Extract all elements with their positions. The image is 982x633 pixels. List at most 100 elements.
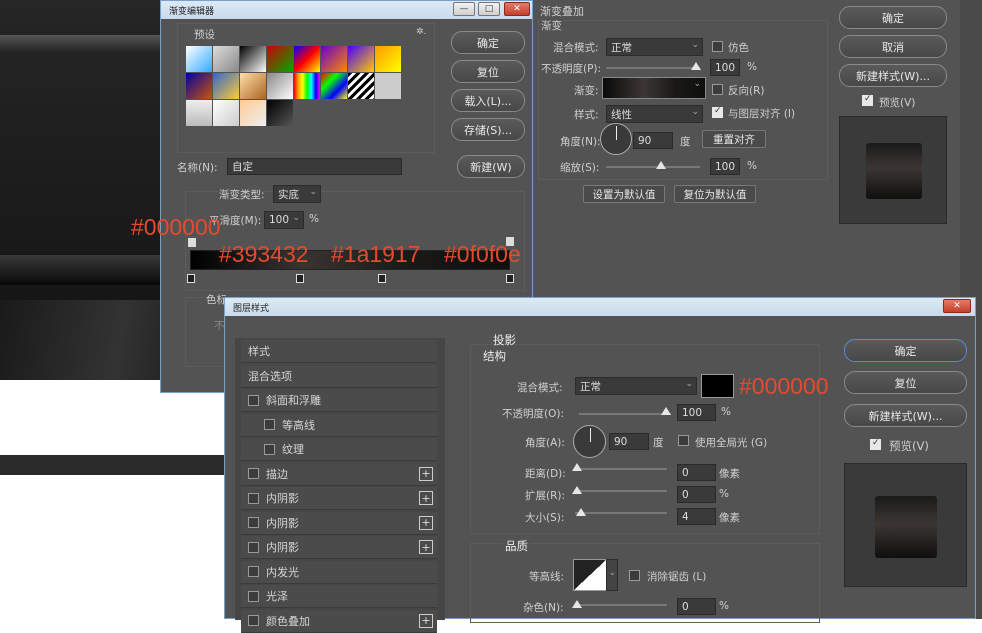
style-list-item[interactable]: 内发光 (241, 560, 437, 584)
style-select[interactable]: 线性 ⌄ (606, 105, 703, 123)
opacity-slider[interactable] (606, 67, 700, 69)
preset-swatch[interactable] (267, 46, 293, 72)
style-list-item[interactable]: 内阴影 + (241, 487, 437, 510)
distance-slider-thumb[interactable] (572, 463, 582, 471)
preset-swatch[interactable] (213, 100, 239, 126)
preset-swatch[interactable] (267, 73, 293, 99)
gradient-picker-dropdown[interactable]: ⌄ (686, 78, 704, 96)
preset-swatch[interactable] (213, 73, 239, 99)
preset-swatch[interactable] (321, 46, 347, 72)
opacity-slider[interactable] (579, 413, 671, 415)
add-effect-button[interactable]: + (419, 613, 433, 628)
style-checkbox[interactable] (264, 443, 275, 455)
preset-swatch[interactable] (213, 46, 239, 72)
style-checkbox[interactable] (248, 590, 259, 602)
preset-swatch[interactable] (348, 46, 374, 72)
blend-mode-select[interactable]: 正常 ⌄ (575, 377, 697, 395)
preview-checkbox[interactable] (870, 438, 881, 450)
close-button[interactable]: ✕ (504, 2, 530, 16)
style-checkbox[interactable] (248, 468, 259, 479)
reset-button[interactable]: 复位 (451, 60, 525, 83)
color-stop[interactable] (378, 274, 386, 283)
antialias-checkbox[interactable] (629, 570, 640, 581)
close-button[interactable]: ✕ (943, 299, 971, 313)
preset-swatch[interactable] (186, 100, 212, 126)
opacity-slider-thumb[interactable] (691, 62, 701, 70)
opacity-slider-thumb[interactable] (661, 407, 671, 415)
style-list-item[interactable]: 颜色叠加 + (241, 609, 437, 633)
new-button[interactable]: 新建(W) (457, 155, 525, 178)
angle-dial[interactable] (573, 425, 606, 458)
style-list-item[interactable]: 内阴影 + (241, 536, 437, 559)
style-checkbox[interactable] (248, 517, 259, 528)
preset-swatch[interactable] (240, 100, 266, 126)
distance-input[interactable]: 0 (677, 464, 716, 481)
add-effect-button[interactable]: + (419, 491, 433, 505)
noise-slider[interactable] (575, 604, 667, 606)
scale-input[interactable]: 100 (710, 158, 740, 175)
angle-dial[interactable] (600, 123, 632, 155)
gradient-type-select[interactable]: 实底 ⌄ (273, 185, 321, 203)
style-checkbox[interactable] (248, 492, 259, 504)
preset-swatch[interactable] (267, 100, 293, 126)
color-stop[interactable] (187, 274, 195, 283)
size-slider-thumb[interactable] (576, 508, 586, 516)
opacity-input[interactable]: 100 (710, 59, 740, 76)
preset-swatch[interactable] (186, 73, 212, 99)
preset-swatch[interactable] (375, 73, 401, 99)
contour-dropdown[interactable]: ⌄ (606, 559, 618, 591)
preset-swatch[interactable] (294, 73, 320, 99)
angle-input[interactable]: 90 (633, 132, 673, 149)
spread-slider-thumb[interactable] (572, 486, 582, 494)
smoothness-select[interactable]: 100 ⌄ (264, 211, 304, 229)
size-slider[interactable] (575, 512, 667, 514)
minimize-button[interactable]: — (453, 2, 475, 16)
style-list-item[interactable]: 光泽 (241, 585, 437, 608)
cancel-button[interactable]: 取消 (839, 35, 947, 58)
contour-picker[interactable] (573, 559, 607, 591)
noise-slider-thumb[interactable] (572, 600, 582, 608)
align-layer-checkbox[interactable] (712, 106, 723, 118)
ok-button[interactable]: 确定 (839, 6, 947, 29)
reset-button[interactable]: 复位 (844, 371, 967, 394)
style-list-item[interactable]: 斜面和浮雕 (241, 389, 437, 412)
noise-input[interactable]: 0 (677, 598, 716, 615)
reverse-checkbox[interactable] (712, 84, 723, 95)
color-stop[interactable] (296, 274, 304, 283)
dither-checkbox[interactable] (712, 41, 723, 52)
gear-icon[interactable]: ✲. (416, 27, 426, 37)
style-list-item[interactable]: 内阴影 + (241, 511, 437, 535)
spread-slider[interactable] (575, 490, 667, 492)
blend-mode-select[interactable]: 正常 ⌄ (606, 38, 703, 56)
ok-button[interactable]: 确定 (844, 339, 967, 362)
new-style-button[interactable]: 新建样式(W)... (839, 64, 947, 87)
distance-slider[interactable] (575, 468, 667, 470)
style-checkbox[interactable] (264, 419, 275, 430)
style-list-item[interactable]: 纹理 (241, 438, 437, 461)
angle-input[interactable]: 90 (609, 433, 649, 450)
preset-swatch[interactable] (294, 46, 320, 72)
style-list-item[interactable]: 等高线 (241, 413, 437, 437)
color-stop[interactable] (506, 274, 514, 283)
style-list-item[interactable]: 混合选项 (241, 364, 437, 388)
new-style-button[interactable]: 新建样式(W)... (844, 404, 967, 427)
style-checkbox[interactable] (248, 541, 259, 553)
scale-slider-thumb[interactable] (656, 161, 666, 169)
preset-swatch[interactable] (375, 46, 401, 72)
opacity-input[interactable]: 100 (677, 404, 716, 421)
style-list-item[interactable]: 样式 (241, 340, 437, 363)
scale-slider[interactable] (606, 166, 700, 168)
add-effect-button[interactable]: + (419, 540, 433, 554)
global-light-checkbox[interactable] (678, 435, 689, 446)
preset-swatch[interactable] (186, 46, 212, 72)
maximize-button[interactable]: □ (478, 2, 500, 16)
preview-checkbox[interactable] (862, 94, 873, 106)
save-button[interactable]: 存储(S)... (451, 118, 525, 141)
set-default-button[interactable]: 设置为默认值 (583, 185, 665, 203)
preset-swatch[interactable] (240, 46, 266, 72)
ok-button[interactable]: 确定 (451, 31, 525, 54)
shadow-color-swatch[interactable] (701, 374, 734, 398)
style-checkbox[interactable] (248, 394, 259, 406)
size-input[interactable]: 4 (677, 508, 716, 525)
load-button[interactable]: 载入(L)... (451, 89, 525, 112)
